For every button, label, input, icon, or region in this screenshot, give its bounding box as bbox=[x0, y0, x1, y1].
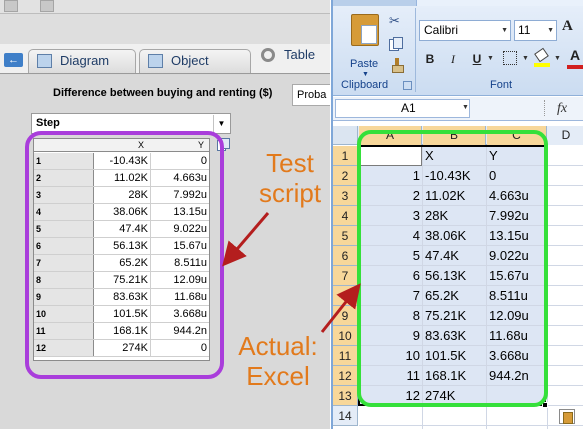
chevron-down-icon[interactable]: ▼ bbox=[462, 104, 469, 111]
result-title: Difference between buying and renting ($… bbox=[53, 87, 273, 99]
tab-table-label: Table bbox=[284, 47, 316, 62]
font-color-glyph: A bbox=[569, 47, 581, 63]
italic-button[interactable]: I bbox=[443, 49, 463, 69]
test-script-highlight bbox=[25, 131, 224, 379]
font-color-button[interactable]: A bbox=[565, 47, 583, 69]
underline-button[interactable]: U bbox=[467, 49, 487, 69]
sheet-cell[interactable] bbox=[359, 406, 420, 426]
grow-font-button[interactable]: A bbox=[562, 18, 573, 35]
excel-ribbon: Paste ▼ ✂ Clipboard Calibri ▼ 11 ▼ A B I… bbox=[333, 0, 583, 96]
back-arrow-icon[interactable]: ← bbox=[4, 53, 23, 67]
chevron-down-icon[interactable]: ▼ bbox=[501, 21, 508, 40]
sheet-cell[interactable] bbox=[425, 406, 485, 426]
diagram-icon bbox=[37, 54, 52, 68]
toolbar-button[interactable] bbox=[40, 0, 54, 12]
row-header[interactable]: 9 bbox=[333, 306, 358, 326]
column-header[interactable]: D bbox=[548, 126, 583, 145]
font-name-select[interactable]: Calibri ▼ bbox=[419, 20, 511, 41]
tab-table[interactable]: Table bbox=[253, 44, 330, 70]
row-header[interactable]: 4 bbox=[333, 206, 358, 226]
object-icon bbox=[148, 54, 163, 68]
table-icon bbox=[261, 48, 275, 62]
name-box[interactable]: A1 bbox=[335, 99, 470, 118]
row-header[interactable]: 10 bbox=[333, 326, 358, 346]
row-header[interactable]: 1 bbox=[333, 146, 358, 166]
probability-select[interactable]: Proba bbox=[292, 84, 330, 106]
actual-excel-annotation: Actual: Excel bbox=[226, 331, 330, 391]
borders-icon[interactable] bbox=[503, 51, 517, 65]
annotation-text: script bbox=[258, 178, 322, 208]
clipboard-icon bbox=[351, 14, 379, 46]
toolbar-button[interactable] bbox=[4, 0, 18, 12]
chevron-down-icon[interactable]: ▼ bbox=[362, 71, 369, 78]
sheet-cell[interactable] bbox=[489, 406, 545, 426]
row-header[interactable]: 14 bbox=[333, 406, 358, 426]
tab-diagram[interactable]: Diagram bbox=[28, 49, 136, 73]
tab-object[interactable]: Object bbox=[139, 49, 251, 73]
ribbon-tab[interactable] bbox=[416, 0, 583, 6]
format-painter-icon[interactable] bbox=[390, 58, 404, 73]
row-header[interactable]: 3 bbox=[333, 186, 358, 206]
row-header[interactable]: 7 bbox=[333, 266, 358, 286]
row-header[interactable]: 8 bbox=[333, 286, 358, 306]
annotation-text: Actual: bbox=[238, 331, 318, 361]
chevron-down-icon[interactable]: ▼ bbox=[554, 55, 561, 62]
bold-button[interactable]: B bbox=[420, 49, 440, 69]
row-header[interactable]: 6 bbox=[333, 246, 358, 266]
insert-function-icon[interactable]: fx bbox=[557, 101, 567, 117]
chevron-down-icon[interactable]: ▼ bbox=[547, 21, 554, 40]
tab-diagram-label: Diagram bbox=[60, 53, 110, 68]
chevron-down-icon[interactable]: ▼ bbox=[522, 55, 529, 62]
step-dropdown-label: Step bbox=[36, 117, 60, 129]
row-header[interactable]: 5 bbox=[333, 226, 358, 246]
dialog-launcher-icon[interactable] bbox=[403, 81, 412, 90]
select-all-button[interactable] bbox=[333, 126, 358, 145]
excel-highlight bbox=[357, 130, 548, 407]
left-ribbon bbox=[0, 14, 330, 44]
chevron-down-icon[interactable]: ▼ bbox=[213, 115, 229, 132]
clipboard-group-label: Clipboard bbox=[341, 79, 389, 91]
font-name-value: Calibri bbox=[424, 23, 459, 37]
paste-options-icon[interactable] bbox=[559, 409, 575, 424]
chevron-down-icon[interactable]: ▼ bbox=[487, 55, 494, 62]
row-header[interactable]: 2 bbox=[333, 166, 358, 186]
paste-button[interactable]: Paste ▼ bbox=[341, 8, 389, 78]
fill-color-icon[interactable] bbox=[534, 47, 550, 67]
annotation-text: Test bbox=[266, 148, 314, 178]
row-header[interactable]: 11 bbox=[333, 346, 358, 366]
tab-object-label: Object bbox=[171, 53, 209, 68]
cut-icon[interactable]: ✂ bbox=[389, 14, 403, 28]
paste-label: Paste bbox=[350, 58, 379, 70]
row-header[interactable]: 12 bbox=[333, 366, 358, 386]
annotation-text: Excel bbox=[246, 361, 310, 391]
left-toolbar bbox=[0, 0, 330, 14]
row-header[interactable]: 13 bbox=[333, 386, 358, 406]
test-script-annotation: Test script bbox=[246, 148, 334, 208]
font-group-label: Font bbox=[490, 79, 513, 91]
copy-icon[interactable] bbox=[389, 37, 403, 51]
font-size-value: 11 bbox=[518, 23, 531, 37]
font-size-select[interactable]: 11 ▼ bbox=[514, 20, 557, 41]
